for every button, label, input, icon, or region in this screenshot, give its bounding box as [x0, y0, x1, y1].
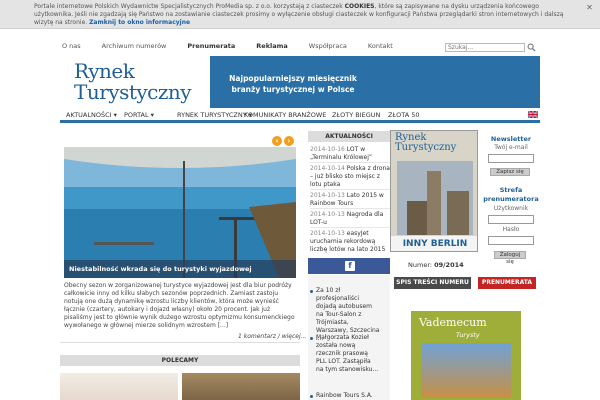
- toc-button[interactable]: SPIS TREŚCI NUMERU: [394, 277, 471, 289]
- cookie-text: Portale internetowe Polskich Wydawnictw …: [34, 3, 566, 27]
- menu-item-rynek-turystyczny[interactable]: RYNEK TURYSTYCZNY ▾: [177, 111, 252, 119]
- menu-item-portal[interactable]: PORTAL ▾: [124, 111, 154, 119]
- topnav-item-kontakt[interactable]: Kontakt: [368, 42, 393, 52]
- cover-photo: [397, 161, 473, 235]
- vademecum-subtitle: Turysty: [456, 331, 480, 339]
- news-date: 2014-10-13: [310, 211, 345, 218]
- issue-number: Numer: 09/2014: [408, 261, 464, 269]
- vademecum-title: Vademecum: [419, 316, 487, 329]
- news-separator: [310, 208, 390, 209]
- newsletter-title: Newsletter: [490, 135, 532, 143]
- featured-photo: [64, 147, 296, 278]
- bullet-icon: [310, 337, 313, 340]
- subscriber-title-line-1: Strefa: [499, 186, 523, 194]
- cookie-text-start: Portale internetowe Polskich Wydawnictw …: [34, 3, 345, 10]
- cover-title: Rynek Turystyczny: [395, 133, 456, 153]
- menu-item-zlota-50[interactable]: ZŁOTA 50: [388, 111, 419, 119]
- slogan-line-2: branży turystycznej w Polsce: [231, 85, 355, 94]
- featured-slide[interactable]: Niestabilność wkrada się do turystyki wy…: [64, 147, 296, 278]
- slider-next-icon[interactable]: ›: [284, 136, 294, 146]
- slider-arrows: ‹ ›: [272, 136, 294, 146]
- news-separator: [310, 227, 390, 228]
- subscriber-user-label: Użytkownik: [493, 205, 529, 212]
- news-date: 2014-10-13: [310, 192, 345, 199]
- news-item[interactable]: 2014-10-13 Nagroda dla LOT-u: [310, 211, 390, 227]
- topnav-item-wspolpraca[interactable]: Współpraca: [309, 42, 347, 52]
- comments-more-link[interactable]: 1 komentarz / więcej...: [238, 333, 306, 340]
- recommended-thumb-1[interactable]: [60, 373, 178, 400]
- slide-excerpt: Obecny sezon w zorganizowanej turystyce …: [64, 282, 295, 329]
- subscriber-login-button[interactable]: Zaloguj się: [494, 251, 526, 265]
- vademecum-image: [421, 343, 511, 398]
- facebook-post[interactable]: Rainbow Tours S.A.: [316, 392, 380, 400]
- slider-prev-icon[interactable]: ‹: [272, 136, 282, 146]
- topnav-item-archiwum[interactable]: Archiwum numerów: [102, 42, 167, 52]
- subscriber-pass-field[interactable]: [488, 236, 534, 245]
- newsletter-submit-button[interactable]: Zapisz się: [490, 168, 530, 176]
- polecamy-header: POLECAMY: [60, 355, 300, 366]
- slide-caption[interactable]: Niestabilność wkrada się do turystyki wy…: [64, 260, 296, 278]
- newsletter-email-label: Twój e-mail: [494, 144, 528, 151]
- issue-value: 09/2014: [434, 261, 464, 269]
- logo-line-2: Turystyczny: [74, 80, 192, 104]
- search-input[interactable]: [445, 43, 525, 52]
- subscriber-title: Strefa prenumeratora: [481, 186, 541, 204]
- news-item[interactable]: 2014-10-14 Polska z drona – już blisko s…: [310, 165, 390, 189]
- uk-flag-icon[interactable]: [528, 111, 538, 118]
- issue-label: Numer:: [408, 261, 435, 269]
- facebook-header: f: [308, 258, 390, 274]
- subscribe-button[interactable]: PRENUMERATA: [478, 277, 536, 289]
- top-nav: O nas Archiwum numerów Prenumerata Rekla…: [62, 42, 414, 52]
- cookie-close-link[interactable]: Zamknij to okno informacyjne: [89, 19, 190, 26]
- news-item[interactable]: 2014-10-13 easyJet uruchamia rekordową l…: [310, 230, 390, 254]
- menu-item-zloty-biegun[interactable]: ZŁOTY BIEGUN: [332, 111, 380, 119]
- news-separator: [310, 162, 390, 163]
- newsletter-email-field[interactable]: [488, 154, 534, 163]
- subscriber-pass-label: Hasło: [502, 226, 520, 233]
- news-header: AKTUALNOŚCI: [308, 131, 390, 142]
- menu-item-aktualnosci[interactable]: AKTUALNOŚCI ▾: [66, 111, 117, 119]
- news-date: 2014-10-16: [310, 146, 345, 153]
- bullet-icon: [310, 395, 313, 398]
- close-icon[interactable]: ✕: [585, 3, 594, 12]
- news-date: 2014-10-14: [310, 165, 345, 172]
- topnav-item-prenumerata[interactable]: Prenumerata: [187, 42, 235, 52]
- news-date: 2014-10-13: [310, 230, 345, 237]
- facebook-icon[interactable]: f: [345, 261, 355, 271]
- news-item[interactable]: 2014-10-16 LOT w „Terminalu Królowej”: [310, 146, 390, 162]
- bullet-icon: [310, 290, 313, 293]
- news-separator: [310, 189, 390, 190]
- facebook-post[interactable]: Małgorzata Kozieł została nową rzecznik …: [316, 334, 380, 374]
- vademecum-ad[interactable]: Vademecum Turysty: [411, 311, 521, 400]
- subscriber-title-line-2: prenumeratora: [483, 195, 539, 203]
- subscriber-user-field[interactable]: [488, 215, 534, 224]
- search-icon[interactable]: [527, 43, 536, 52]
- divider: [60, 342, 300, 343]
- cookie-text-bold: COOKIES: [344, 3, 375, 10]
- cover-headline: INNY BERLIN: [391, 236, 477, 251]
- recommended-thumb-2[interactable]: [182, 373, 300, 400]
- site-slogan: Najpopularniejszy miesięcznik branży tur…: [228, 73, 358, 95]
- news-item[interactable]: 2014-10-13 Lato 2015 w Rainbow Tours: [310, 192, 390, 208]
- main-menu: AKTUALNOŚCI ▾ PORTAL ▾ RYNEK TURYSTYCZNY…: [60, 108, 540, 123]
- magazine-cover[interactable]: Rynek Turystyczny INNY BERLIN: [390, 130, 478, 252]
- topnav-item-o-nas[interactable]: O nas: [62, 42, 81, 52]
- slogan-line-1: Najpopularniejszy miesięcznik: [229, 74, 357, 83]
- site-logo[interactable]: Rynek Turystyczny: [60, 56, 210, 108]
- cover-title-line-2: Turystyczny: [395, 142, 457, 153]
- site-banner: Rynek Turystyczny Najpopularniejszy mies…: [60, 56, 540, 108]
- topnav-item-reklama[interactable]: Reklama: [256, 42, 288, 52]
- cookie-bar: Portale internetowe Polskich Wydawnictw …: [0, 0, 600, 29]
- menu-item-komunikaty[interactable]: KOMUNIKATY BRANŻOWE: [244, 111, 326, 119]
